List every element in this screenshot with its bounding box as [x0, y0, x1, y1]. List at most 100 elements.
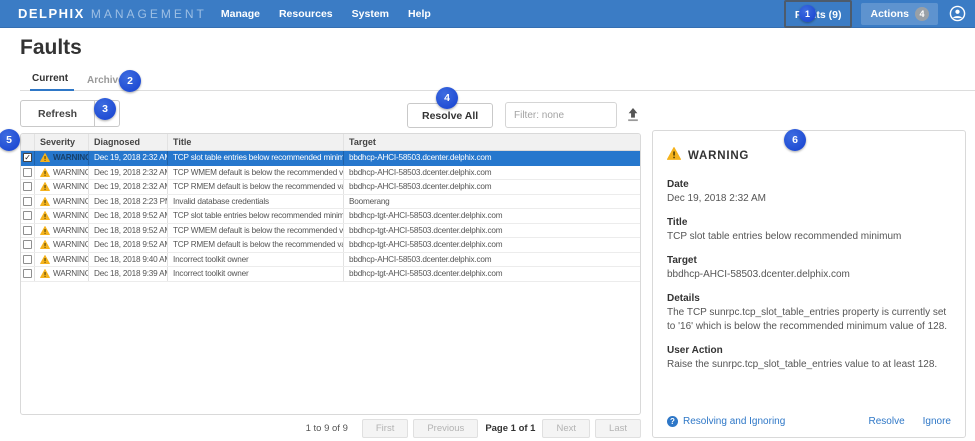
detail-footer: ? Resolving and Ignoring Resolve Ignore — [667, 416, 951, 427]
row-checkbox[interactable] — [23, 255, 32, 264]
nav-item-help[interactable]: Help — [408, 8, 431, 20]
header-title[interactable]: Title — [168, 134, 344, 150]
row-checkbox-cell: ✓ — [21, 151, 35, 165]
row-checkbox-cell — [21, 238, 35, 252]
brand-secondary: MANAGEMENT — [91, 7, 207, 21]
severity-text: WARNING — [53, 211, 89, 220]
header-checkbox-cell[interactable] — [21, 134, 35, 150]
table-row[interactable]: WARNINGDec 18, 2018 9:52 AMTCP RMEM defa… — [21, 238, 640, 253]
nav-item-system[interactable]: System — [352, 8, 389, 20]
ignore-link[interactable]: Ignore — [923, 416, 951, 427]
severity-text: WARNING — [53, 269, 89, 278]
export-upload-icon[interactable] — [624, 104, 642, 124]
diagnosed-cell: Dec 19, 2018 2:32 AM — [89, 180, 168, 194]
table-row[interactable]: WARNINGDec 18, 2018 9:52 AMTCP slot tabl… — [21, 209, 640, 224]
warning-icon — [40, 197, 50, 206]
table-row[interactable]: WARNINGDec 18, 2018 2:23 PMInvalid datab… — [21, 195, 640, 210]
warning-icon — [667, 147, 681, 165]
page-indicator: Page 1 of 1 — [485, 423, 535, 434]
row-checkbox[interactable] — [23, 168, 32, 177]
warning-icon — [40, 226, 50, 235]
annotation-circle-5: 5 — [0, 129, 20, 151]
detail-user-action-label: User Action — [667, 345, 951, 356]
diagnosed-cell: Dec 18, 2018 9:39 AM — [89, 267, 168, 281]
warning-icon — [40, 182, 50, 191]
severity-cell: WARNING — [35, 166, 89, 180]
pagination-summary: 1 to 9 of 9 — [306, 423, 348, 434]
title-cell: TCP RMEM default is below the recommende… — [168, 180, 344, 194]
annotation-circle-2: 2 — [119, 70, 141, 92]
target-cell: bbdhcp-tgt-AHCI-58503.dcenter.delphix.co… — [344, 238, 640, 252]
actions-button-label: Actions — [870, 8, 909, 20]
target-cell: bbdhcp-AHCI-58503.dcenter.delphix.com — [344, 253, 640, 267]
severity-text: WARNING — [53, 226, 89, 235]
fault-detail-panel: WARNING Date Dec 19, 2018 2:32 AM Title … — [652, 130, 966, 438]
annotation-circle-1: 1 — [799, 5, 816, 22]
target-cell: bbdhcp-tgt-AHCI-58503.dcenter.delphix.co… — [344, 224, 640, 238]
resolve-link[interactable]: Resolve — [869, 416, 905, 427]
previous-page-button[interactable]: Previous — [413, 419, 478, 438]
title-cell: Incorrect toolkit owner — [168, 267, 344, 281]
resolving-ignoring-help-link[interactable]: ? Resolving and Ignoring — [667, 416, 785, 427]
user-profile-icon[interactable] — [949, 5, 966, 22]
target-cell: Boomerang — [344, 195, 640, 209]
target-cell: bbdhcp-tgt-AHCI-58503.dcenter.delphix.co… — [344, 267, 640, 281]
actions-button[interactable]: Actions 4 — [861, 3, 938, 25]
tab-bar: Current Archive — [20, 72, 975, 91]
title-cell: Invalid database credentials — [168, 195, 344, 209]
next-page-button[interactable]: Next — [542, 419, 590, 438]
header-target[interactable]: Target — [344, 134, 640, 150]
title-cell: TCP WMEM default is below the recommende… — [168, 224, 344, 238]
severity-cell: WARNING — [35, 253, 89, 267]
last-page-button[interactable]: Last — [595, 419, 641, 438]
refresh-button[interactable]: Refresh — [20, 100, 95, 127]
row-checkbox[interactable] — [23, 182, 32, 191]
row-checkbox[interactable] — [23, 226, 32, 235]
row-checkbox[interactable] — [23, 240, 32, 249]
severity-cell: WARNING — [35, 195, 89, 209]
table-row[interactable]: WARNINGDec 18, 2018 9:39 AMIncorrect too… — [21, 267, 640, 282]
severity-cell: WARNING — [35, 180, 89, 194]
row-checkbox-cell — [21, 166, 35, 180]
detail-severity-label: WARNING — [688, 150, 749, 162]
table-row[interactable]: WARNINGDec 18, 2018 9:40 AMIncorrect too… — [21, 253, 640, 268]
table-body: ✓WARNINGDec 19, 2018 2:32 AMTCP slot tab… — [21, 151, 640, 282]
detail-title-label: Title — [667, 217, 951, 228]
severity-cell: WARNING — [35, 267, 89, 281]
nav-item-resources[interactable]: Resources — [279, 8, 333, 20]
header-severity[interactable]: Severity — [35, 134, 89, 150]
table-row[interactable]: WARNINGDec 19, 2018 2:32 AMTCP WMEM defa… — [21, 166, 640, 181]
diagnosed-cell: Dec 19, 2018 2:32 AM — [89, 166, 168, 180]
filter-input[interactable] — [505, 102, 617, 128]
severity-cell: WARNING — [35, 209, 89, 223]
severity-cell: WARNING — [35, 224, 89, 238]
tab-current[interactable]: Current — [30, 73, 74, 91]
table-row[interactable]: WARNINGDec 19, 2018 2:32 AMTCP RMEM defa… — [21, 180, 640, 195]
table-row[interactable]: WARNINGDec 18, 2018 9:52 AMTCP WMEM defa… — [21, 224, 640, 239]
severity-text: WARNING — [53, 240, 89, 249]
row-checkbox[interactable] — [23, 269, 32, 278]
detail-user-action-section: User Action Raise the sunrpc.tcp_slot_ta… — [667, 345, 951, 372]
row-checkbox[interactable]: ✓ — [23, 153, 32, 162]
help-question-icon: ? — [667, 416, 678, 427]
header-diagnosed[interactable]: Diagnosed — [89, 134, 168, 150]
row-checkbox[interactable] — [23, 197, 32, 206]
annotation-circle-4: 4 — [436, 87, 458, 109]
row-checkbox[interactable] — [23, 211, 32, 220]
row-checkbox-cell — [21, 224, 35, 238]
faults-table: Severity Diagnosed Title Target ✓WARNING… — [20, 133, 641, 415]
diagnosed-cell: Dec 18, 2018 9:52 AM — [89, 224, 168, 238]
actions-count-badge: 4 — [915, 7, 929, 21]
title-cell: TCP WMEM default is below the recommende… — [168, 166, 344, 180]
detail-date-section: Date Dec 19, 2018 2:32 AM — [667, 179, 951, 206]
first-page-button[interactable]: First — [362, 419, 408, 438]
row-checkbox-cell — [21, 180, 35, 194]
table-row[interactable]: ✓WARNINGDec 19, 2018 2:32 AMTCP slot tab… — [21, 151, 640, 166]
warning-icon — [40, 255, 50, 264]
annotation-circle-3: 3 — [94, 98, 116, 120]
nav-item-manage[interactable]: Manage — [221, 8, 260, 20]
top-nav-bar: DELPHIX MANAGEMENT Manage Resources Syst… — [0, 0, 975, 28]
row-checkbox-cell — [21, 253, 35, 267]
severity-text: WARNING — [53, 168, 89, 177]
target-cell: bbdhcp-AHCI-58503.dcenter.delphix.com — [344, 166, 640, 180]
